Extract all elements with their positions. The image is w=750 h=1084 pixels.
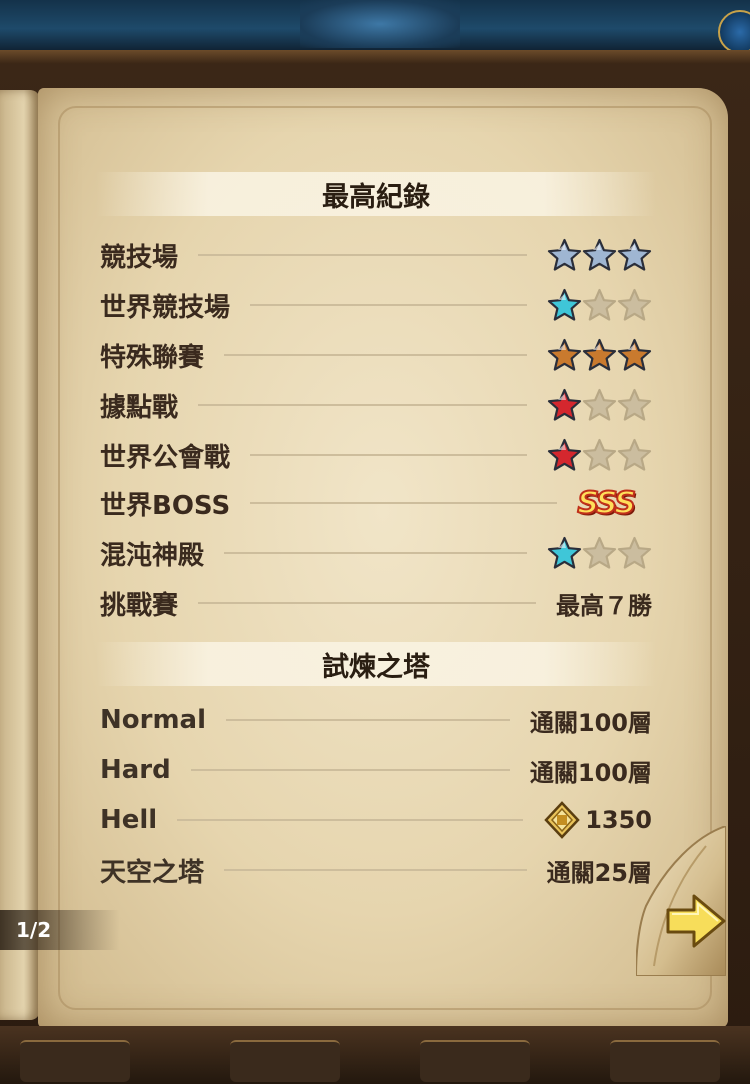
record-label: 據點戰 <box>100 392 179 423</box>
star-icon <box>547 288 582 321</box>
star-icon <box>582 288 617 321</box>
bottom-tab <box>20 1040 130 1082</box>
star-icon <box>547 536 582 569</box>
bottom-tab <box>610 1040 720 1082</box>
record-value: 最高７勝 <box>556 591 652 620</box>
star-rating <box>547 288 652 323</box>
leader-line <box>224 552 527 554</box>
frame-top <box>0 50 750 64</box>
star-icon <box>617 338 652 371</box>
best-records-header: 最高紀錄 <box>96 172 656 216</box>
tower-row: Hard 通關100層 <box>100 750 652 790</box>
bottom-tab <box>230 1040 340 1082</box>
record-label: 世界公會戰 <box>100 442 231 473</box>
star-icon <box>617 536 652 569</box>
tower-value: 通關100層 <box>529 708 652 737</box>
record-label: 挑戰賽 <box>100 590 179 621</box>
star-rating <box>547 536 652 571</box>
leader-line <box>198 602 536 604</box>
star-icon <box>582 338 617 371</box>
record-label: 世界BOSS <box>100 490 231 521</box>
star-icon <box>547 388 582 421</box>
leader-line <box>198 254 527 256</box>
record-row: 特殊聯賽 <box>100 335 652 375</box>
star-icon <box>547 338 582 371</box>
grade-badge: SSS <box>576 485 637 522</box>
tower-row: 天空之塔 通關25層 <box>100 850 652 890</box>
crest-badge-icon <box>544 801 580 839</box>
star-rating <box>547 438 652 473</box>
tower-value: 通關100層 <box>529 758 652 787</box>
tower-of-trials-header: 試煉之塔 <box>96 642 656 686</box>
star-icon <box>582 536 617 569</box>
best-records-title: 最高紀錄 <box>322 181 430 213</box>
page-indicator-text: 1/2 <box>16 918 52 942</box>
star-icon <box>582 388 617 421</box>
leader-line <box>224 354 527 356</box>
star-icon <box>617 388 652 421</box>
record-row: 世界競技場 <box>100 285 652 325</box>
tower-of-trials-title: 試煉之塔 <box>322 651 430 683</box>
tower-label: 天空之塔 <box>100 857 205 888</box>
background-figure <box>300 0 460 48</box>
record-label: 競技場 <box>100 242 179 273</box>
star-icon <box>582 438 617 471</box>
page-indicator: 1/2 <box>0 910 120 950</box>
record-row: 競技場 <box>100 235 652 275</box>
leader-line <box>250 304 527 306</box>
background-scene <box>0 0 750 54</box>
star-icon <box>547 238 582 271</box>
tower-label: Hard <box>100 755 171 785</box>
record-row: 據點戰 <box>100 385 652 425</box>
record-label: 世界競技場 <box>100 292 231 323</box>
bottom-tab <box>420 1040 530 1082</box>
record-row: 世界BOSS SSS <box>100 483 652 523</box>
star-icon <box>617 238 652 271</box>
leader-line <box>250 502 558 504</box>
tower-row: Normal 通關100層 <box>100 700 652 740</box>
star-icon <box>547 438 582 471</box>
star-rating <box>547 338 652 373</box>
leader-line <box>190 769 510 771</box>
star-icon <box>617 438 652 471</box>
next-page-arrow-icon[interactable] <box>664 892 728 950</box>
leader-line <box>177 819 524 821</box>
leader-line <box>250 454 527 456</box>
star-rating <box>547 388 652 423</box>
tower-label: Hell <box>100 805 158 835</box>
star-icon <box>582 238 617 271</box>
record-row: 混沌神殿 <box>100 533 652 573</box>
record-row: 挑戰賽 最高７勝 <box>100 583 652 623</box>
record-row: 世界公會戰 <box>100 435 652 475</box>
tower-label: Normal <box>100 705 206 735</box>
record-label: 特殊聯賽 <box>100 342 205 373</box>
menu-orb-icon[interactable] <box>718 10 750 54</box>
book-left-page <box>0 90 40 1020</box>
leader-line <box>224 869 527 871</box>
tower-row: Hell 1350 <box>100 800 652 840</box>
record-label: 混沌神殿 <box>100 540 205 571</box>
leader-line <box>198 404 527 406</box>
star-icon <box>617 288 652 321</box>
bottom-frame <box>0 1026 750 1084</box>
leader-line <box>226 719 510 721</box>
star-rating <box>547 238 652 273</box>
